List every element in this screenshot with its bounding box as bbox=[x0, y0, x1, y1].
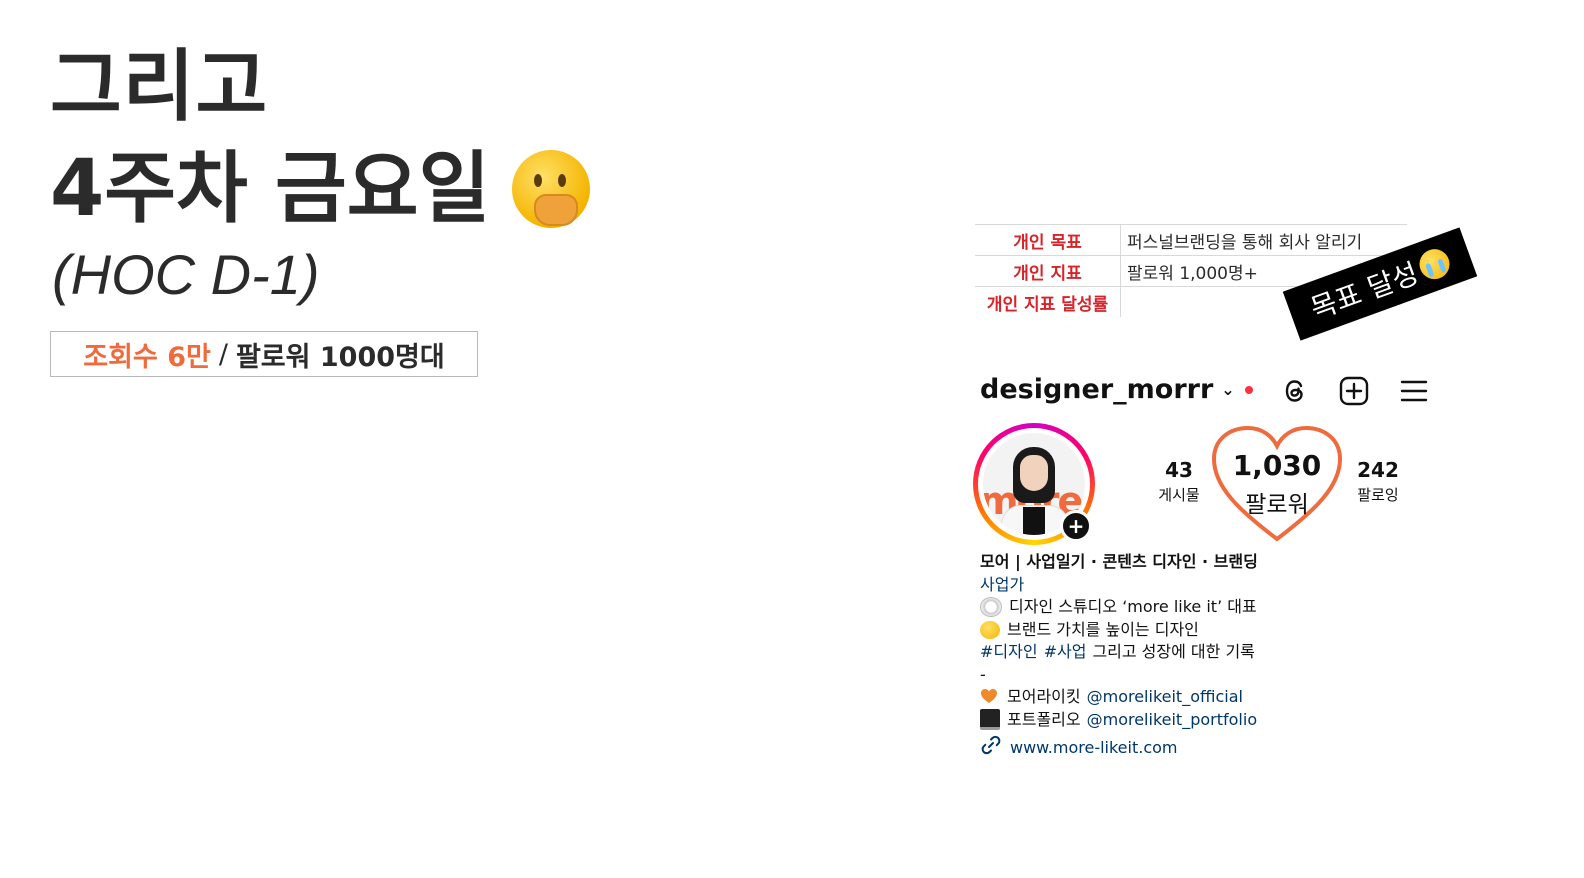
followers-count-label: 팔로워 bbox=[1245, 492, 1309, 518]
headline-subtitle: (HOC D-1) bbox=[52, 243, 320, 306]
bio-text: 모어라이킷 bbox=[1007, 687, 1081, 706]
bio-text: 포트폴리오 bbox=[1007, 709, 1081, 729]
bio-text: 그리고 성장에 대한 기록 bbox=[1092, 642, 1255, 661]
website-link[interactable]: www.more-likeit.com bbox=[1010, 737, 1178, 760]
chevron-down-icon: ⌄ bbox=[1221, 380, 1235, 399]
laptop-emoji-icon bbox=[980, 709, 1000, 731]
goal-value: 퍼스널브랜딩을 통해 회사 알리기 bbox=[1120, 224, 1407, 256]
smiley-emoji-icon bbox=[980, 620, 1000, 639]
menu-icon[interactable] bbox=[1399, 376, 1429, 406]
bio-text: 브랜드 가치를 높이는 디자인 bbox=[1007, 619, 1199, 639]
mention-link[interactable]: @morelikeit_portfolio bbox=[1087, 709, 1258, 732]
following-count-number: 242 bbox=[1357, 458, 1399, 482]
stats-separator: / bbox=[218, 338, 228, 370]
bio-dash: - bbox=[980, 664, 986, 684]
bio-line: 모어라이킷 @morelikeit_official bbox=[980, 686, 1400, 709]
mention-link[interactable]: @morelikeit_official bbox=[1087, 686, 1243, 709]
profile-username: designer_morrr bbox=[980, 374, 1214, 405]
new-post-icon[interactable] bbox=[1339, 376, 1369, 406]
profile-bio: 모어 | 사업일기 · 콘텐츠 디자인 · 브랜딩 사업가 디자인 스튜디오 ‘… bbox=[980, 551, 1400, 760]
bio-line: #디자인 #사업 그리고 성장에 대한 기록 bbox=[980, 641, 1400, 664]
profile-username-switcher[interactable]: designer_morrr ⌄ bbox=[980, 374, 1253, 405]
bio-text: 디자인 스튜디오 ‘more like it’ 대표 bbox=[1009, 597, 1257, 616]
followers-count-number: 1,030 bbox=[1232, 449, 1322, 482]
notification-dot bbox=[1244, 385, 1253, 394]
posts-count[interactable]: 43 게시물 bbox=[1139, 458, 1219, 505]
followers-stat: 팔로워 1000명대 bbox=[235, 341, 445, 373]
plate-emoji-icon bbox=[980, 597, 1002, 618]
bio-name: 모어 | 사업일기 · 콘텐츠 디자인 · 브랜딩 bbox=[980, 552, 1258, 571]
headline-line2-text: 4주차 금요일 bbox=[50, 144, 491, 234]
add-story-icon[interactable]: + bbox=[1060, 510, 1092, 542]
goal-key: 개인 지표 달성률 bbox=[975, 286, 1121, 317]
avatar-story-ring[interactable]: more + bbox=[973, 423, 1095, 545]
threads-icon[interactable] bbox=[1280, 376, 1310, 406]
website-row[interactable]: www.more-likeit.com bbox=[980, 734, 1400, 763]
headline-line1: 그리고 bbox=[50, 42, 269, 132]
bio-line: 디자인 스튜디오 ‘more like it’ 대표 bbox=[980, 596, 1400, 619]
link-icon bbox=[980, 734, 1002, 763]
hand-over-mouth-emoji-icon bbox=[512, 150, 591, 228]
slide: 그리고 4주차 금요일 (HOC D-1) 조회수 6만 / 팔로워 1000명… bbox=[0, 0, 1584, 878]
following-count[interactable]: 242 팔로잉 bbox=[1338, 458, 1418, 505]
bio-category[interactable]: 사업가 bbox=[980, 574, 1400, 597]
goals-row: 개인 목표 퍼스널브랜딩을 통해 회사 알리기 bbox=[975, 224, 1407, 256]
hashtag-link[interactable]: #디자인 bbox=[980, 641, 1038, 664]
stats-box: 조회수 6만 / 팔로워 1000명대 bbox=[50, 331, 478, 377]
followers-count-highlight[interactable]: 1,030 팔로워 bbox=[1210, 425, 1344, 545]
goal-key: 개인 지표 bbox=[975, 255, 1121, 287]
headline-line2: 4주차 금요일 bbox=[50, 144, 591, 234]
bio-line: 포트폴리오 @morelikeit_portfolio bbox=[980, 709, 1400, 732]
goal-key: 개인 목표 bbox=[975, 224, 1121, 256]
following-count-label: 팔로잉 bbox=[1357, 486, 1399, 504]
views-stat: 조회수 6만 bbox=[83, 341, 211, 373]
posts-count-number: 43 bbox=[1165, 458, 1193, 482]
crying-face-emoji-icon bbox=[1415, 244, 1454, 284]
orange-heart-emoji-icon bbox=[980, 688, 1000, 706]
hashtag-link[interactable]: #사업 bbox=[1044, 641, 1087, 664]
bio-line: 브랜드 가치를 높이는 디자인 bbox=[980, 619, 1400, 642]
posts-count-label: 게시물 bbox=[1158, 486, 1200, 504]
